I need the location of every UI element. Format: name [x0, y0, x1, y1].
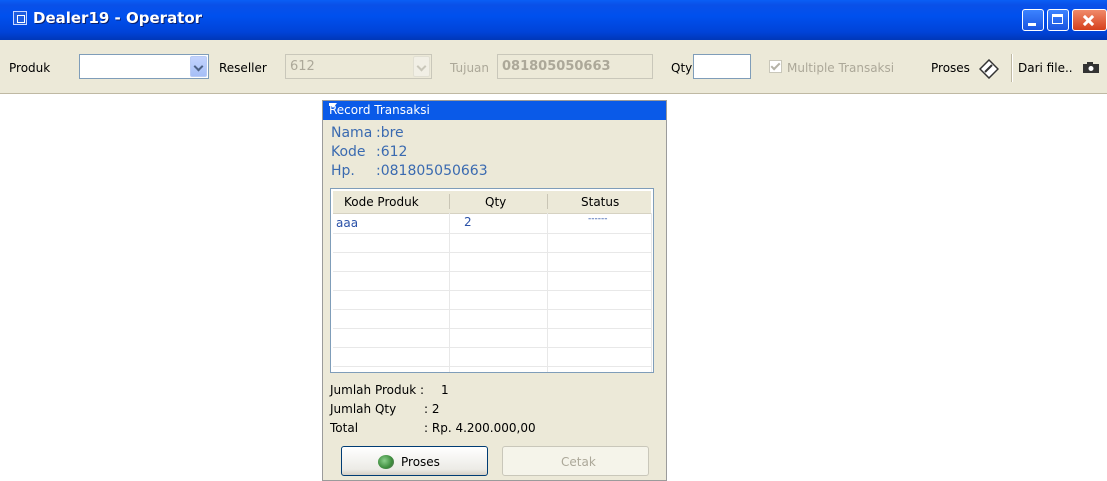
toolbar: Produk Reseller 612 Tujuan 081805050663 … [0, 40, 1107, 94]
tujuan-value: 081805050663 [502, 59, 611, 74]
grid-line [333, 347, 651, 348]
table-header: Kode Produk Qty Status [333, 191, 651, 214]
qty-field[interactable] [693, 54, 751, 79]
grid-line [333, 290, 651, 291]
cell-status: ------ [588, 214, 608, 224]
grid-line [333, 328, 651, 329]
cetak-button-label: Cetak [561, 455, 596, 469]
window-title: Dealer19 - Operator [33, 9, 203, 27]
reseller-combobox[interactable]: 612 [285, 54, 432, 79]
total-label: Total [330, 421, 359, 435]
column-divider[interactable] [547, 194, 548, 209]
transaksi-table[interactable]: Kode Produk Qty Status aaa 2 ------ [330, 188, 654, 373]
column-kode-produk[interactable]: Kode Produk [344, 195, 419, 209]
panel-pin-icon[interactable] [329, 103, 332, 106]
proses-toolbar-button[interactable]: Proses [928, 54, 1004, 80]
toolbar-separator [1011, 54, 1013, 82]
panel-header[interactable]: Record Transaksi [323, 101, 666, 120]
reseller-label: Reseller [219, 61, 267, 75]
cell-qty: 2 [464, 215, 472, 229]
tujuan-label: Tujuan [450, 61, 490, 75]
column-qty[interactable]: Qty [485, 195, 506, 209]
proses-toolbar-label: Proses [931, 61, 970, 75]
diamond-pen-icon [979, 59, 999, 79]
nama-label: Nama [331, 125, 373, 141]
reseller-value: 612 [290, 59, 315, 74]
hp-label: Hp. [331, 163, 355, 179]
title-bar[interactable]: Dealer19 - Operator [0, 0, 1107, 40]
grid-line [333, 366, 651, 367]
multiple-transaksi-checkbox[interactable] [769, 60, 782, 73]
jumlah-produk-label: Jumlah Produk : [330, 383, 425, 397]
produk-label: Produk [9, 61, 51, 75]
kode-value: :612 [376, 144, 408, 160]
dari-file-label: Dari file.. [1018, 61, 1073, 75]
qty-label: Qty [671, 61, 693, 75]
grid-line [449, 213, 450, 372]
grid-line [333, 233, 651, 234]
table-row[interactable]: aaa 2 ------ [333, 214, 651, 233]
produk-dropdown-icon[interactable] [190, 56, 207, 77]
proses-gear-icon [378, 455, 394, 469]
grid-line [333, 309, 651, 310]
grid-line [333, 252, 651, 253]
nama-value: :bre [376, 125, 404, 141]
grid-line [333, 271, 651, 272]
panel-title: Record Transaksi [329, 103, 430, 117]
reseller-dropdown-icon[interactable] [413, 56, 430, 77]
close-button[interactable] [1072, 9, 1107, 31]
proses-button[interactable]: Proses [341, 446, 488, 476]
grid-line [547, 213, 548, 372]
column-status[interactable]: Status [581, 195, 619, 209]
cetak-button[interactable]: Cetak [502, 446, 649, 476]
grid-line [651, 213, 652, 372]
produk-combobox[interactable] [79, 54, 209, 79]
jumlah-qty-label: Jumlah Qty [330, 402, 397, 416]
app-icon[interactable] [13, 11, 27, 25]
cell-kode: aaa [336, 216, 359, 230]
column-divider[interactable] [449, 194, 450, 209]
camera-icon [1083, 62, 1099, 73]
kode-label: Kode [331, 144, 366, 160]
maximize-button[interactable] [1047, 9, 1069, 31]
proses-button-label: Proses [401, 455, 440, 469]
hp-value: :081805050663 [376, 163, 488, 179]
multiple-transaksi-label: Multiple Transaksi [787, 61, 895, 75]
minimize-button[interactable] [1022, 9, 1044, 31]
tujuan-field[interactable]: 081805050663 [497, 54, 653, 79]
jumlah-qty-value: : 2 [424, 402, 440, 416]
total-value: : Rp. 4.200.000,00 [424, 421, 536, 435]
jumlah-produk-value: 1 [441, 383, 449, 397]
dari-file-button[interactable]: Dari file.. [1018, 54, 1104, 80]
